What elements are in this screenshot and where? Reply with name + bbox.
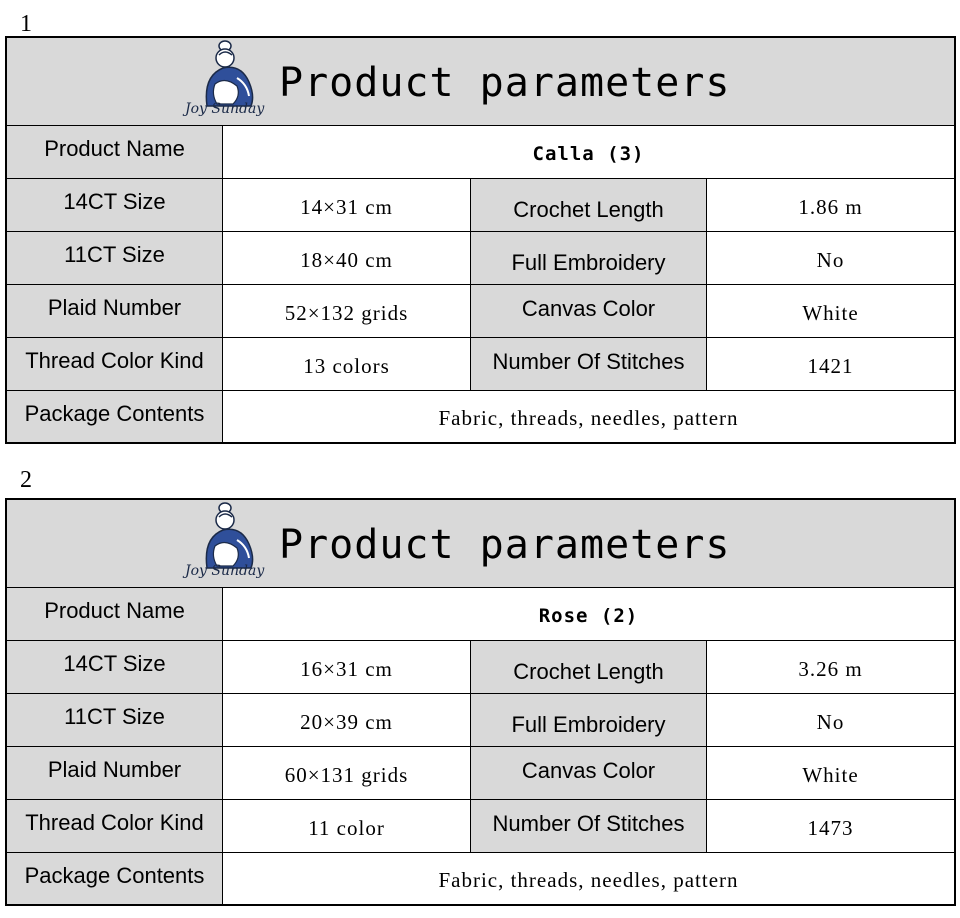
label-cell: Crochet Length [471, 179, 707, 231]
value-cell: 13 colors [223, 338, 471, 390]
table-row: Thread Color Kind 13 colors Number Of St… [7, 338, 954, 391]
brand-logo: Joy Sunday [185, 38, 285, 125]
embroidery-lady-icon [205, 40, 254, 107]
label-cell: 11CT Size [7, 232, 223, 284]
package-contents-value: Fabric, threads, needles, pattern [438, 868, 739, 892]
label-cell: Canvas Color [471, 285, 707, 337]
value-cell: 11 color [223, 800, 471, 852]
value-cell: 3.26 m [798, 656, 863, 681]
label-cell: Canvas Color [471, 747, 707, 799]
section-number: 2 [20, 467, 32, 493]
table-row: Thread Color Kind 11 color Number Of Sti… [7, 800, 954, 853]
value-cell: White [802, 300, 859, 325]
table-row: Plaid Number 60×131 grids Canvas Color W… [7, 747, 954, 800]
value-cell: No [816, 709, 845, 734]
label-cell: Plaid Number [7, 747, 223, 799]
label-cell: 11CT Size [7, 694, 223, 746]
brand-logo: Joy Sunday [185, 500, 285, 587]
label-cell: Package Contents [7, 853, 223, 904]
logo-text: Joy Sunday [185, 563, 265, 579]
label-cell: Number Of Stitches [471, 338, 707, 390]
label-cell: Thread Color Kind [7, 800, 223, 852]
table-row: 11CT Size 18×40 cm Full Embroidery No [7, 232, 954, 285]
value-cell: 14×31 cm [223, 179, 471, 231]
table-title: Product parameters [279, 522, 731, 568]
label-cell: Product Name [7, 126, 223, 178]
value-cell: White [802, 762, 859, 787]
table-header: Joy Sunday Product parameters [7, 38, 954, 126]
package-contents-value: Fabric, threads, needles, pattern [438, 406, 739, 430]
value-cell: No [816, 247, 845, 272]
table-row-product-name: Product Name Calla (3) [7, 126, 954, 179]
label-cell: Plaid Number [7, 285, 223, 337]
table-row: 11CT Size 20×39 cm Full Embroidery No [7, 694, 954, 747]
label-cell: Product Name [7, 588, 223, 640]
label-cell: 14CT Size [7, 179, 223, 231]
value-cell: 20×39 cm [223, 694, 471, 746]
value-cell: 52×132 grids [223, 285, 471, 337]
label-cell: Full Embroidery [471, 694, 707, 746]
section-number: 1 [20, 11, 32, 37]
label-cell: 14CT Size [7, 641, 223, 693]
table-row-package: Package Contents Fabric, threads, needle… [7, 391, 954, 442]
embroidery-lady-icon [205, 502, 254, 569]
product-name-value: Rose (2) [538, 605, 639, 627]
label-cell: Package Contents [7, 391, 223, 442]
table-header: Joy Sunday Product parameters [7, 500, 954, 588]
logo-text: Joy Sunday [185, 101, 265, 117]
label-cell: Thread Color Kind [7, 338, 223, 390]
table-title: Product parameters [279, 60, 731, 106]
label-cell: Number Of Stitches [471, 800, 707, 852]
value-cell: 18×40 cm [223, 232, 471, 284]
product-parameters-table: Joy Sunday Product parameters Product Na… [5, 36, 956, 444]
table-row-package: Package Contents Fabric, threads, needle… [7, 853, 954, 904]
label-cell: Full Embroidery [471, 232, 707, 284]
value-cell: 16×31 cm [223, 641, 471, 693]
value-cell: 1473 [807, 815, 854, 840]
value-cell: 1.86 m [798, 194, 863, 219]
label-cell: Crochet Length [471, 641, 707, 693]
table-row: Plaid Number 52×132 grids Canvas Color W… [7, 285, 954, 338]
table-row-product-name: Product Name Rose (2) [7, 588, 954, 641]
value-cell: 60×131 grids [223, 747, 471, 799]
product-parameters-table: Joy Sunday Product parameters Product Na… [5, 498, 956, 906]
table-row: 14CT Size 14×31 cm Crochet Length 1.86 m [7, 179, 954, 232]
product-name-value: Calla (3) [532, 143, 645, 165]
value-cell: 1421 [807, 353, 854, 378]
table-row: 14CT Size 16×31 cm Crochet Length 3.26 m [7, 641, 954, 694]
